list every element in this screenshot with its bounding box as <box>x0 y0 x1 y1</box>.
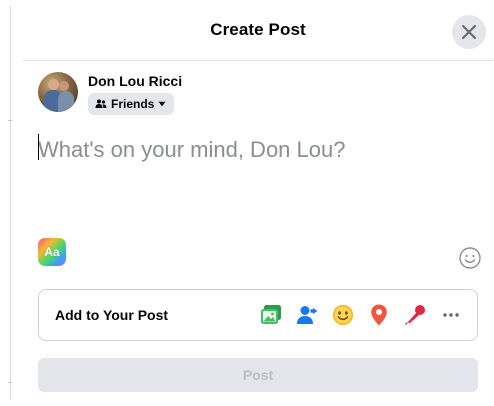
post-composer-input[interactable] <box>38 130 478 170</box>
add-to-post-icons <box>259 303 463 327</box>
emoji-icon[interactable] <box>458 246 482 270</box>
background-tick <box>8 382 12 383</box>
author-info: Don Lou Ricci Friends <box>88 72 182 115</box>
tag-people-icon <box>297 306 318 324</box>
background-color-picker[interactable]: Aa <box>38 238 66 266</box>
feeling-activity-icon <box>332 304 354 326</box>
author-section: Don Lou Ricci Friends <box>38 72 182 115</box>
photo-video-button[interactable] <box>259 303 283 327</box>
audience-label: Friends <box>111 97 155 111</box>
post-button[interactable]: Post <box>38 358 478 392</box>
close-icon <box>462 25 476 39</box>
friends-icon <box>95 99 107 108</box>
avatar[interactable] <box>38 72 78 112</box>
host-qa-button[interactable] <box>403 303 427 327</box>
create-post-dialog: Create Post Don Lou Ricci Friends What's… <box>22 0 494 406</box>
dialog-header: Create Post <box>22 0 494 61</box>
more-options-button[interactable] <box>439 303 463 327</box>
feeling-activity-button[interactable] <box>331 303 355 327</box>
author-name[interactable]: Don Lou Ricci <box>88 73 182 89</box>
add-to-post-label: Add to Your Post <box>55 307 169 323</box>
more-icon <box>443 313 459 317</box>
audience-selector[interactable]: Friends <box>88 93 175 115</box>
microphone-icon <box>405 305 425 325</box>
caret-down-icon <box>158 101 166 107</box>
aa-label: Aa <box>44 245 60 259</box>
background-tick <box>8 120 12 121</box>
dialog-title: Create Post <box>210 20 306 39</box>
tag-people-button[interactable] <box>295 303 319 327</box>
photo-video-icon <box>261 305 281 324</box>
check-in-button[interactable] <box>367 303 391 327</box>
text-cursor <box>38 134 39 160</box>
add-to-post-bar: Add to Your Post <box>38 289 478 341</box>
background-divider <box>10 6 11 400</box>
check-in-icon <box>371 304 387 326</box>
close-button[interactable] <box>452 15 486 49</box>
